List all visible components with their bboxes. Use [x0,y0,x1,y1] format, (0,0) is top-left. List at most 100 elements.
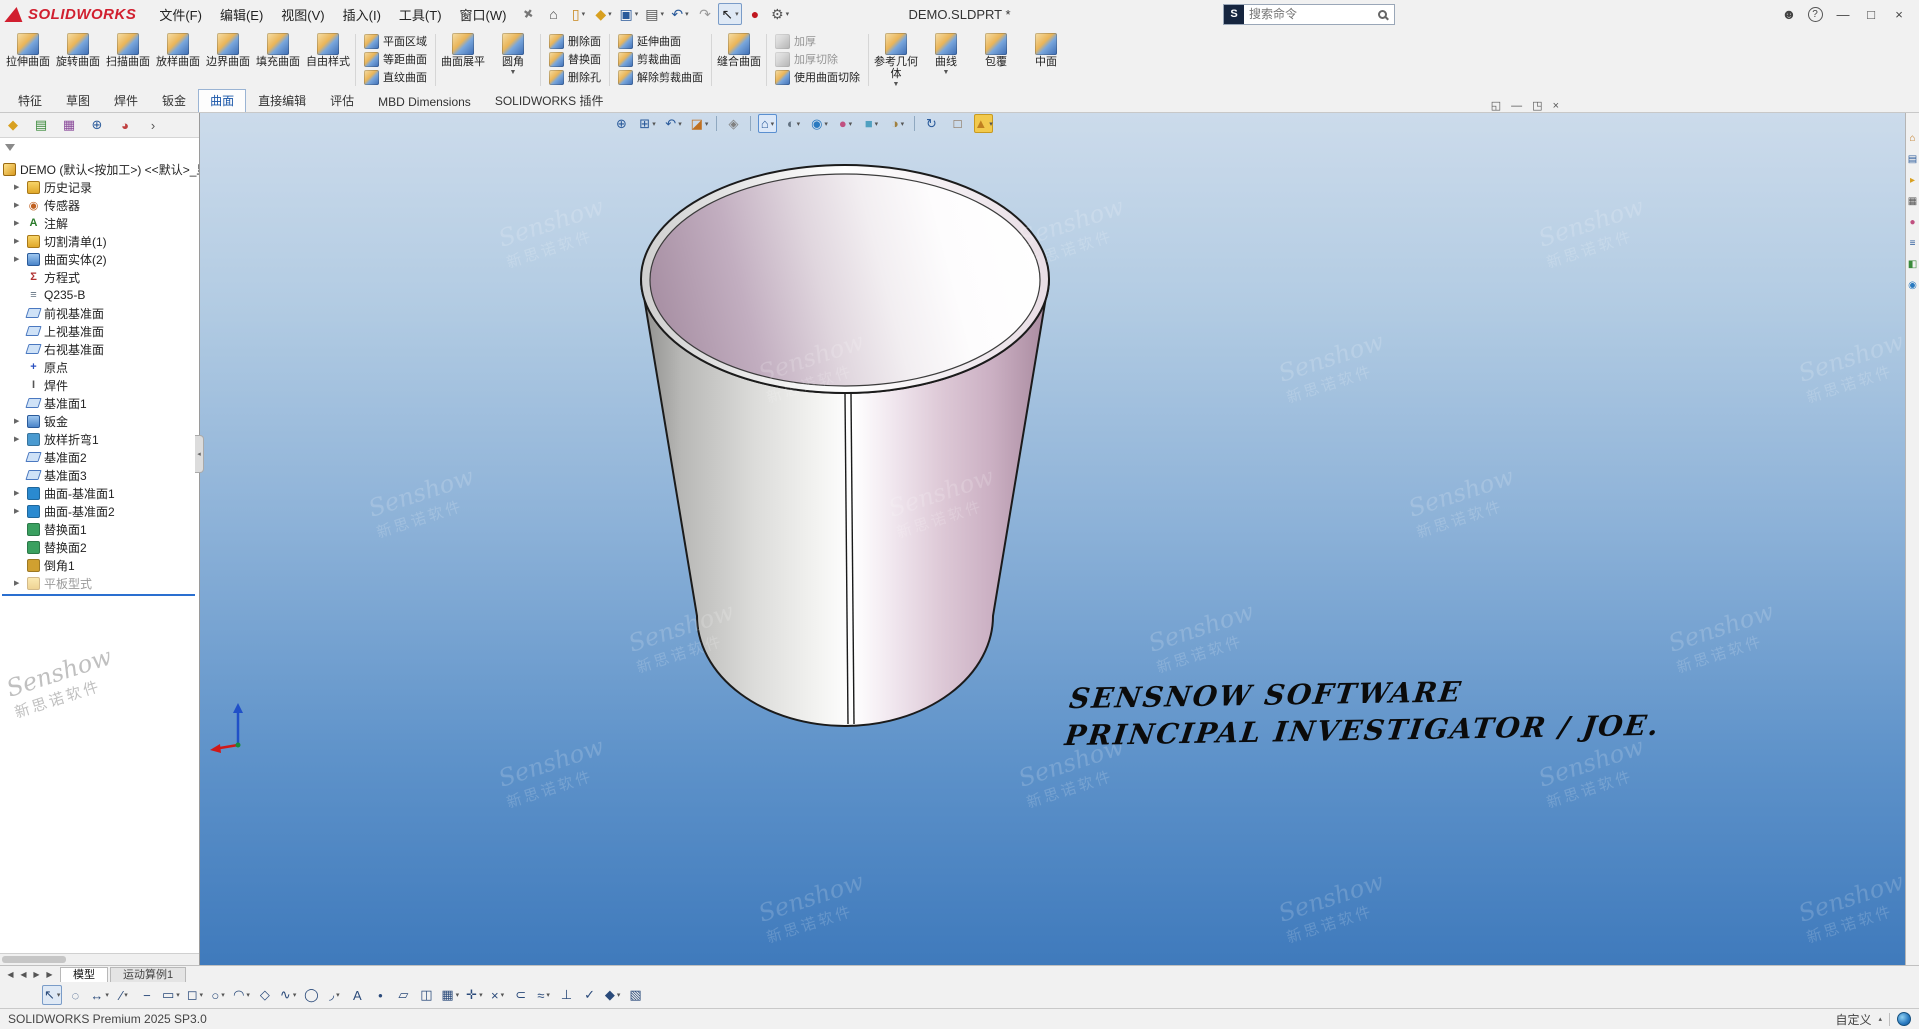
tree-item-sheet-metal-folder[interactable]: ▶钣金 [0,412,199,430]
ribbon-freeform-button[interactable]: 自由样式 [304,30,352,90]
tree-item-plane1[interactable]: 基准面1 [0,394,199,412]
expand-arrow-icon[interactable]: ▶ [14,201,23,209]
customize-label[interactable]: 自定义 [1835,1011,1871,1028]
document-close-icon[interactable]: × [1553,100,1559,112]
tree-item-material[interactable]: ≡Q235-B [0,286,199,304]
menubar-item-0[interactable]: 文件(F) [150,1,211,28]
move-entities-tool-icon[interactable]: ✛▾ [464,985,484,1005]
ribbon-lofted-surface-button[interactable]: 放样曲面 [154,30,202,90]
trim-entities-tool-icon[interactable]: ×▾ [488,985,508,1005]
view-settings-icon[interactable]: ◑▾ [888,114,907,133]
tree-item-history[interactable]: ▶历史记录 [0,178,199,196]
circle-tool-icon[interactable]: ○▾ [208,985,228,1005]
polygon-tool-icon[interactable]: ◇ [255,985,275,1005]
ribbon-offset-surface-button[interactable]: 等距曲面 [359,51,432,68]
open-document-icon-button[interactable]: ◆▾ [592,3,616,25]
featuremanager-tree-tab[interactable]: ◆ [3,115,23,135]
tree-item-sensors[interactable]: ▶◉传感器 [0,196,199,214]
pin-menu-icon[interactable]: ✚ [520,5,536,22]
design-library-icon[interactable]: ▤ [1907,154,1919,166]
view-orientation-icon[interactable]: ⌂▾ [758,114,777,133]
ribbon-replace-face-button[interactable]: 替换面 [544,51,606,68]
ribbon-planar-surface-button[interactable]: 平面区域 [359,33,432,50]
tab-surfaces[interactable]: 曲面 [198,89,246,112]
ellipse-tool-icon[interactable]: ◯ [301,985,321,1005]
sketch-fillet-tool-icon[interactable]: ◞▾ [324,985,344,1005]
appearances-icon[interactable]: ● [1907,217,1919,229]
tree-item-right-plane[interactable]: 右视基准面 [0,340,199,358]
ribbon-revolved-surface-button[interactable]: 旋转曲面 [54,30,102,90]
custom-properties-icon[interactable]: ≡ [1907,238,1919,250]
linear-pattern-tool-icon[interactable]: ▦▾ [439,985,461,1005]
tree-item-plane2[interactable]: 基准面2 [0,448,199,466]
tab-sheet-metal[interactable]: 钣金 [150,89,198,112]
document-minimize-icon[interactable]: — [1511,100,1522,112]
file-explorer-icon[interactable]: ▸ [1907,175,1919,187]
ribbon-filled-surface-button[interactable]: 填充曲面 [254,30,302,90]
line-tool-icon[interactable]: ∕▾ [114,985,134,1005]
tab-weldments[interactable]: 焊件 [102,89,150,112]
bottom-tab-motion-study-1[interactable]: 运动算例1 [110,967,186,982]
select-tool-icon[interactable]: ↖▾ [42,985,62,1005]
ribbon-swept-surface-button[interactable]: 扫描曲面 [104,30,152,90]
menubar-item-4[interactable]: 工具(T) [390,1,451,28]
ribbon-ruled-surface-button[interactable]: 直纹曲面 [359,69,432,86]
menubar-item-2[interactable]: 视图(V) [272,1,333,28]
redo-icon-button[interactable]: ↷ [693,3,717,25]
tree-item-equations[interactable]: Σ方程式 [0,268,199,286]
dimxpertmanager-tab[interactable]: ⊕ [87,115,107,135]
tree-item-flat-pattern[interactable]: ▶平板型式 [0,574,199,592]
close-button[interactable]: × [1885,2,1913,26]
document-restore-icon[interactable]: ◳ [1532,99,1542,112]
section-view-icon[interactable]: ◪▾ [690,114,709,133]
forum-icon[interactable]: ◉ [1907,280,1919,292]
point-tool-icon[interactable]: • [370,985,390,1005]
rotate-view-icon[interactable]: ↻ [922,114,941,133]
home-icon-button[interactable]: ⌂ [542,3,566,25]
maximize-button[interactable]: □ [1857,2,1885,26]
tree-item-replace-face1[interactable]: 替换面1 [0,520,199,538]
tab-features[interactable]: 特征 [6,89,54,112]
mirror-entities-tool-icon[interactable]: ◫ [416,985,436,1005]
expand-arrow-icon[interactable]: ▶ [14,579,23,587]
menubar-item-5[interactable]: 窗口(W) [451,1,516,28]
first-tab-arrow[interactable]: ◀ [4,970,17,979]
scrollbar-thumb[interactable] [2,956,66,963]
tab-solidworks-addins[interactable]: SOLIDWORKS 插件 [483,89,616,112]
search-input[interactable] [1244,7,1378,21]
ribbon-wrap-button[interactable]: 包覆 [972,30,1020,90]
user-account-icon[interactable]: ☻ [1777,3,1801,25]
tab-mbd-dimensions[interactable]: MBD Dimensions [366,92,483,112]
view-palette-icon[interactable]: ▦ [1907,196,1919,208]
save-icon-button[interactable]: ▣▾ [617,3,642,25]
tree-item-surface-bodies[interactable]: ▶曲面实体(2) [0,250,199,268]
tree-item-surface-plane2[interactable]: ▶曲面-基准面2 [0,502,199,520]
ribbon-curves-button[interactable]: 曲线▼ [922,30,970,90]
ribbon-mid-surface-button[interactable]: 中面 [1022,30,1070,90]
ribbon-flatten-surface-button[interactable]: 曲面展平 [439,30,487,90]
displaymanager-tab[interactable]: ◕ [115,115,135,135]
last-tab-arrow[interactable]: ▶ [43,970,56,979]
tree-item-top-plane[interactable]: 上视基准面 [0,322,199,340]
display-style-icon[interactable]: ◐▾ [784,114,803,133]
ribbon-reference-geometry-button[interactable]: 参考几何体▼ [872,30,920,90]
model-cylinder[interactable] [200,113,1905,965]
ribbon-trim-surface-button[interactable]: 剪裁曲面 [613,51,708,68]
tab-evaluate[interactable]: 评估 [318,89,366,112]
expand-arrow-icon[interactable]: ▶ [14,417,23,425]
zoom-to-area-icon[interactable]: ⊞▾ [638,114,657,133]
rectangle-tool-icon[interactable]: ▭▾ [160,985,182,1005]
select-arrow-icon-button[interactable]: ↖▾ [718,3,742,25]
cylinder-inner-face[interactable] [650,174,1040,386]
menubar-item-1[interactable]: 编辑(E) [211,1,272,28]
command-search[interactable]: S [1223,4,1395,25]
tree-item-replace-face2[interactable]: 替换面2 [0,538,199,556]
tree-item-plane3[interactable]: 基准面3 [0,466,199,484]
expand-arrow-icon[interactable]: ▶ [14,489,23,497]
convert-entities-tool-icon[interactable]: ⊂ [511,985,531,1005]
ribbon-extruded-surface-button[interactable]: 拉伸曲面 [4,30,52,90]
expand-arrow-icon[interactable]: ▶ [14,507,23,515]
tree-item-cut-list[interactable]: ▶切割清单(1) [0,232,199,250]
hide-show-items-icon[interactable]: ◉▾ [810,114,829,133]
ribbon-knit-surface-button[interactable]: 缝合曲面 [715,30,763,90]
